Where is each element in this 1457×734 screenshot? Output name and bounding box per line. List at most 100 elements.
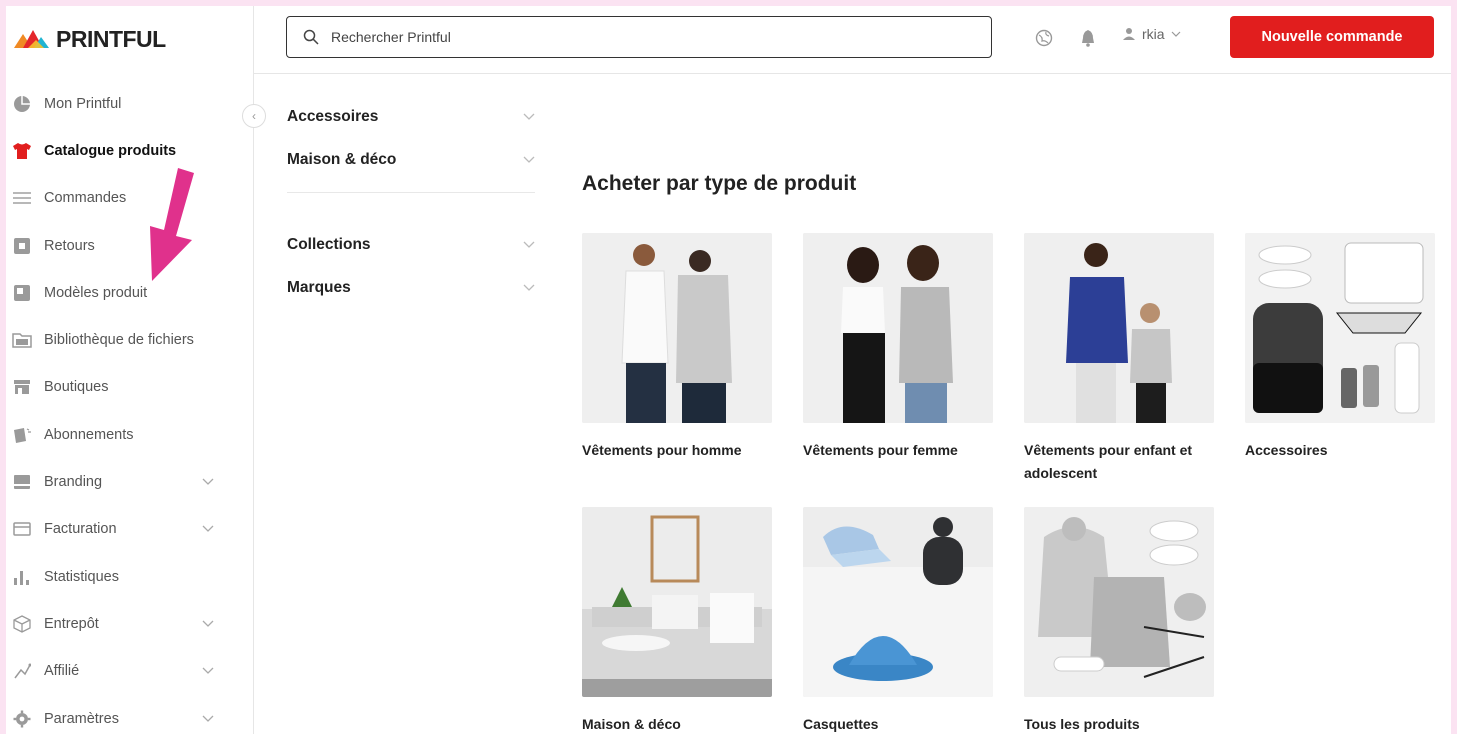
collapse-sidebar-button[interactable]: ‹ bbox=[242, 104, 266, 128]
chevron-down-icon bbox=[523, 284, 535, 291]
sidebar-item-mon-printful[interactable]: Mon Printful bbox=[6, 80, 254, 127]
subscription-icon bbox=[12, 426, 32, 444]
card-icon bbox=[12, 520, 32, 538]
sidebar-item-label: Statistiques bbox=[44, 568, 119, 585]
home-decor-image bbox=[582, 507, 772, 697]
chevron-down-icon[interactable] bbox=[202, 478, 214, 486]
product-card-label: Vêtements pour femme bbox=[803, 442, 958, 458]
sidebar-item-label: Paramètres bbox=[44, 710, 119, 727]
search-bar[interactable] bbox=[286, 16, 992, 58]
store-icon bbox=[12, 378, 32, 396]
logo-text: PRINTFUL bbox=[56, 25, 166, 52]
return-box-icon bbox=[12, 237, 32, 255]
kids-clothing-image bbox=[1024, 233, 1214, 423]
user-icon bbox=[1123, 28, 1135, 40]
new-order-button[interactable]: Nouvelle commande bbox=[1230, 16, 1434, 58]
search-input[interactable] bbox=[331, 29, 931, 45]
sidebar-item-facturation[interactable]: Facturation bbox=[6, 506, 254, 553]
women-clothing-image bbox=[803, 233, 993, 423]
chevron-down-icon[interactable] bbox=[202, 715, 214, 723]
top-bar: rkia Nouvelle commande bbox=[254, 6, 1451, 74]
sidebar-item-label: Commandes bbox=[44, 190, 127, 207]
accessories-image bbox=[1245, 233, 1435, 423]
annotation-arrow-icon bbox=[150, 168, 194, 281]
category-label: Marques bbox=[287, 279, 351, 296]
branding-icon bbox=[12, 473, 32, 491]
all-products-image bbox=[1024, 507, 1214, 697]
product-card-casquettes[interactable]: Casquettes bbox=[803, 507, 993, 734]
sidebar-item-label: Retours bbox=[44, 237, 95, 254]
page-title: Acheter par type de produit bbox=[582, 172, 857, 195]
folder-icon bbox=[12, 331, 32, 349]
men-clothing-image bbox=[582, 233, 772, 423]
category-accessoires[interactable]: Accessoires bbox=[287, 108, 535, 126]
category-label: Accessoires bbox=[287, 108, 379, 125]
sidebar-item-label: Catalogue produits bbox=[44, 142, 177, 159]
product-card-maison[interactable]: Maison & déco bbox=[582, 507, 772, 734]
sidebar-item-label: Modèles produit bbox=[44, 284, 148, 301]
chevron-down-icon bbox=[523, 156, 535, 163]
bell-icon[interactable] bbox=[1078, 28, 1098, 48]
product-card-enfant[interactable]: Vêtements pour enfant et adolescent bbox=[1024, 233, 1214, 485]
sidebar-item-entrepot[interactable]: Entrepôt bbox=[6, 600, 254, 647]
sidebar-item-branding[interactable]: Branding bbox=[6, 458, 254, 505]
template-icon bbox=[12, 284, 32, 302]
gear-icon bbox=[12, 710, 32, 728]
product-card-label: Casquettes bbox=[803, 716, 879, 732]
sidebar-item-abonnements[interactable]: Abonnements bbox=[6, 411, 254, 458]
sidebar-item-modeles[interactable]: Modèles produit bbox=[6, 269, 254, 316]
search-icon bbox=[303, 29, 319, 45]
product-card-femme[interactable]: Vêtements pour femme bbox=[803, 233, 993, 462]
box-icon bbox=[12, 615, 32, 633]
chevron-down-icon[interactable] bbox=[202, 525, 214, 533]
category-label: Maison & déco bbox=[287, 151, 397, 168]
logo[interactable]: PRINTFUL bbox=[14, 24, 166, 54]
app-window: PRINTFUL Mon Printful Catalogue produits… bbox=[6, 6, 1451, 734]
logo-icon bbox=[14, 30, 49, 48]
product-card-tous-produits[interactable]: Tous les produits bbox=[1024, 507, 1214, 734]
sidebar-item-affilie[interactable]: Affilié bbox=[6, 648, 254, 695]
category-collections[interactable]: Collections bbox=[287, 236, 535, 254]
category-marques[interactable]: Marques bbox=[287, 279, 535, 297]
sidebar: PRINTFUL Mon Printful Catalogue produits… bbox=[6, 6, 254, 734]
hats-image bbox=[803, 507, 993, 697]
sidebar-nav: Mon Printful Catalogue produits Commande… bbox=[6, 80, 254, 734]
sidebar-item-label: Affilié bbox=[44, 663, 80, 680]
sidebar-item-parametres[interactable]: Paramètres bbox=[6, 695, 254, 734]
product-card-label: Vêtements pour homme bbox=[582, 442, 742, 458]
sidebar-item-statistiques[interactable]: Statistiques bbox=[6, 553, 254, 600]
chevron-down-icon bbox=[523, 113, 535, 120]
category-maison-deco[interactable]: Maison & déco bbox=[287, 151, 535, 169]
username: rkia bbox=[1142, 26, 1165, 42]
sidebar-item-retours[interactable]: Retours bbox=[6, 222, 254, 269]
chevron-down-icon bbox=[523, 241, 535, 248]
chevron-down-icon[interactable] bbox=[202, 620, 214, 628]
sidebar-item-catalogue[interactable]: Catalogue produits bbox=[6, 127, 254, 174]
pie-chart-icon bbox=[12, 95, 32, 113]
globe-icon[interactable] bbox=[1034, 28, 1054, 48]
list-icon bbox=[12, 189, 32, 207]
sidebar-item-label: Boutiques bbox=[44, 379, 109, 396]
sidebar-item-label: Facturation bbox=[44, 521, 117, 538]
product-card-label: Tous les produits bbox=[1024, 716, 1140, 732]
product-card-homme[interactable]: Vêtements pour homme bbox=[582, 233, 772, 462]
product-card-accessoires[interactable]: Accessoires bbox=[1245, 233, 1435, 462]
sidebar-item-label: Abonnements bbox=[44, 426, 134, 443]
category-label: Collections bbox=[287, 236, 371, 253]
product-card-label: Accessoires bbox=[1245, 442, 1328, 458]
sidebar-item-boutiques[interactable]: Boutiques bbox=[6, 364, 254, 411]
sidebar-item-label: Branding bbox=[44, 474, 103, 491]
tshirt-icon bbox=[12, 142, 32, 160]
product-card-label: Maison & déco bbox=[582, 716, 681, 732]
sidebar-item-label: Mon Printful bbox=[44, 95, 122, 112]
bar-chart-icon bbox=[12, 568, 32, 586]
sidebar-item-bibliotheque[interactable]: Bibliothèque de fichiers bbox=[6, 316, 254, 363]
chevron-down-icon[interactable] bbox=[202, 667, 214, 675]
sidebar-item-commandes[interactable]: Commandes bbox=[6, 175, 254, 222]
product-card-label: Vêtements pour enfant et adolescent bbox=[1024, 442, 1193, 481]
affiliate-icon bbox=[12, 662, 32, 680]
user-menu[interactable]: rkia bbox=[1122, 26, 1181, 42]
sidebar-item-label: Entrepôt bbox=[44, 615, 99, 632]
chevron-down-icon bbox=[1171, 31, 1180, 37]
divider bbox=[287, 192, 535, 193]
